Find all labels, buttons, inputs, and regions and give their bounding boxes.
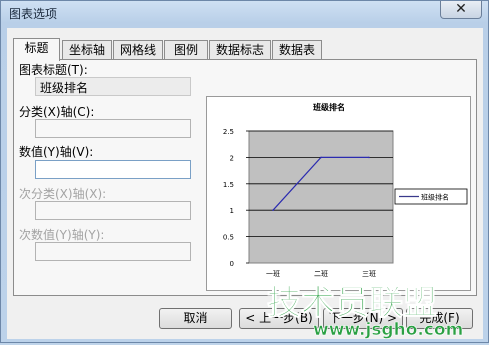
chart-preview: 班级排名 0 0.5 1 1.5 2 2.5 一班 二班 三班 班级排名 (206, 96, 471, 291)
data-point (272, 209, 274, 211)
data-point (320, 156, 322, 159)
value-y-axis-input[interactable] (35, 160, 191, 179)
svg-text:www.jsgho.com: www.jsgho.com (313, 320, 463, 340)
data-point (368, 156, 370, 159)
y-tick-label: 2.5 (223, 128, 234, 136)
x-tick-label: 一班 (266, 269, 280, 278)
y-tick-label: 0.5 (223, 234, 234, 242)
x-tick-label: 三班 (362, 269, 376, 278)
category-x-axis-input[interactable] (35, 119, 191, 138)
chart-svg: 班级排名 0 0.5 1 1.5 2 2.5 一班 二班 三班 班级排名 (223, 102, 468, 278)
cancel-button[interactable]: 取消 (159, 308, 232, 329)
chart-title-label: 图表标题(T): (19, 63, 88, 77)
watermark-logo: 技术员联盟 www.jsgho.com (261, 278, 489, 342)
dialog-window: 图表选项 ✕ 标题 坐标轴 网格线 图例 数据标志 数据表 图表标题(T): 班… (0, 0, 489, 343)
secondary-category-x-axis-input[interactable] (35, 201, 191, 220)
chart-title-input[interactable]: 班级排名 (35, 77, 191, 96)
tab-legend[interactable]: 图例 (164, 40, 208, 60)
dialog-title: 图表选项 (9, 7, 58, 21)
tab-data-table[interactable]: 数据表 (272, 40, 322, 60)
y-tick-label: 2 (230, 154, 234, 162)
x-tick-label: 二班 (314, 269, 328, 278)
close-icon: ✕ (455, 1, 467, 17)
svg-text:技术员联盟: 技术员联盟 (267, 283, 437, 323)
secondary-category-x-axis-label: 次分类(X)轴(X): (19, 187, 107, 201)
y-tick-label: 1.5 (223, 181, 234, 189)
chart-title: 班级排名 (313, 102, 345, 112)
watermark-svg: 技术员联盟 www.jsgho.com (267, 283, 464, 341)
close-button[interactable]: ✕ (440, 1, 482, 19)
category-x-axis-label: 分类(X)轴(C): (19, 105, 95, 119)
secondary-value-y-axis-label: 次数值(Y)轴(Y): (19, 228, 105, 242)
tab-data-labels[interactable]: 数据标志 (209, 40, 271, 60)
tab-title[interactable]: 标题 (13, 38, 60, 61)
tab-axes[interactable]: 坐标轴 (62, 40, 112, 60)
plot-area (248, 130, 394, 264)
value-y-axis-label: 数值(Y)轴(V): (19, 145, 94, 159)
tab-gridlines[interactable]: 网格线 (113, 40, 163, 60)
y-tick-label: 0 (230, 260, 234, 268)
secondary-value-y-axis-input[interactable] (35, 242, 191, 261)
legend-label: 班级排名 (421, 193, 449, 202)
y-tick-label: 1 (230, 207, 234, 215)
tab-panel-title: 图表标题(T): 班级排名 分类(X)轴(C): 数值(Y)轴(V): 次分类(… (13, 59, 477, 296)
